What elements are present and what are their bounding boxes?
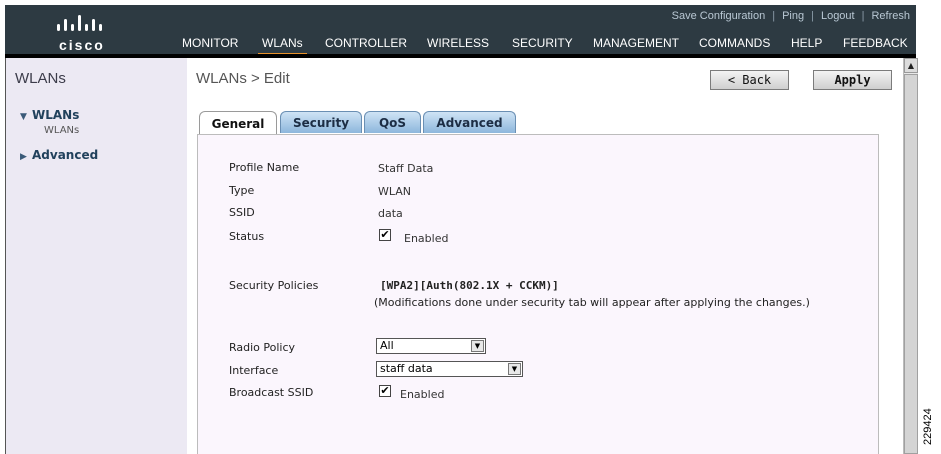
ssid-value: data <box>378 207 403 220</box>
nav-help[interactable]: HELP <box>791 36 822 50</box>
interface-selected: staff data <box>380 362 433 375</box>
radio-policy-select[interactable]: All ▼ <box>376 338 486 354</box>
sidebar-item-label: WLANs <box>32 108 80 122</box>
top-links: Save Configuration | Ping | Logout | Refresh <box>672 10 910 22</box>
separator: | <box>772 10 776 22</box>
back-button[interactable]: < Back <box>710 70 789 90</box>
interface-label: Interface <box>229 364 279 377</box>
tab-security[interactable]: Security <box>280 111 362 133</box>
save-configuration-link[interactable]: Save Configuration <box>672 10 766 22</box>
radio-policy-selected: All <box>380 339 394 352</box>
nav-commands[interactable]: COMMANDS <box>699 36 770 50</box>
nav-feedback[interactable]: FEEDBACK <box>843 36 908 50</box>
dropdown-arrow-icon: ▼ <box>508 363 521 375</box>
nav-security[interactable]: SECURITY <box>512 36 573 50</box>
figure-id: 229424 <box>922 408 934 445</box>
refresh-link[interactable]: Refresh <box>871 10 910 22</box>
cisco-bridge-icon <box>57 15 102 31</box>
tab-advanced[interactable]: Advanced <box>423 111 516 133</box>
security-policies-label: Security Policies <box>229 279 319 292</box>
checkmark-icon: ✔ <box>380 228 390 241</box>
broadcast-ssid-checkbox[interactable]: ✔ <box>379 385 391 397</box>
nav-monitor[interactable]: MONITOR <box>182 36 238 50</box>
cisco-logo: cisco <box>51 9 137 55</box>
cisco-wordmark: cisco <box>59 37 105 53</box>
type-value: WLAN <box>378 185 412 198</box>
general-tab-panel: Profile Name Staff Data Type WLAN SSID d… <box>197 134 879 454</box>
tab-qos[interactable]: QoS <box>364 111 421 133</box>
dropdown-arrow-icon: ▼ <box>471 340 484 352</box>
logout-link[interactable]: Logout <box>821 10 855 22</box>
nav-wireless[interactable]: WIRELESS <box>427 36 489 50</box>
ssid-label: SSID <box>229 206 255 219</box>
apply-button[interactable]: Apply <box>813 70 892 90</box>
main-content: WLANs > Edit < Back Apply General Securi… <box>187 58 903 454</box>
type-label: Type <box>229 184 255 197</box>
separator: | <box>861 10 865 22</box>
nav-management[interactable]: MANAGEMENT <box>593 36 679 50</box>
checkmark-icon: ✔ <box>380 384 390 397</box>
interface-select[interactable]: staff data ▼ <box>376 361 523 377</box>
tab-general[interactable]: General <box>199 111 277 135</box>
status-label: Status <box>229 230 265 243</box>
sidebar: WLANs ▼ WLANs WLANs ▶ Advanced <box>5 58 187 454</box>
broadcast-ssid-label: Broadcast SSID <box>229 386 314 399</box>
status-enabled-checkbox[interactable]: ✔ <box>379 229 391 241</box>
sidebar-item-wlans[interactable]: ▼ WLANs <box>20 108 79 122</box>
collapsed-arrow-icon: ▶ <box>20 152 27 162</box>
radio-policy-label: Radio Policy <box>229 341 296 354</box>
profile-name-value: Staff Data <box>378 162 434 175</box>
nav-controller[interactable]: CONTROLLER <box>325 36 407 50</box>
app-header: cisco Save Configuration | Ping | Logout | Ref… <box>5 5 916 58</box>
security-policies-value: [WPA2][Auth(802.1X + CCKM)] <box>380 279 559 292</box>
sidebar-item-advanced[interactable]: ▶ Advanced <box>20 148 98 162</box>
sidebar-item-label: Advanced <box>32 148 99 162</box>
scrollbar-thumb[interactable] <box>904 74 918 454</box>
nav-wlans[interactable]: WLANs <box>258 36 307 57</box>
page-title: WLANs > Edit <box>196 70 290 87</box>
profile-name-label: Profile Name <box>229 161 300 174</box>
separator: | <box>811 10 814 22</box>
sidebar-title: WLANs <box>15 70 66 87</box>
status-enabled-label: Enabled <box>404 232 449 245</box>
security-policies-note: (Modifications done under security tab w… <box>374 296 810 309</box>
broadcast-ssid-enabled-label: Enabled <box>400 388 445 401</box>
vertical-scrollbar[interactable]: ▲ <box>903 58 918 454</box>
ping-link[interactable]: Ping <box>782 10 804 22</box>
expanded-arrow-icon: ▼ <box>20 112 27 122</box>
scroll-up-arrow-icon[interactable]: ▲ <box>904 58 918 73</box>
sidebar-subitem-wlans[interactable]: WLANs <box>44 125 79 136</box>
